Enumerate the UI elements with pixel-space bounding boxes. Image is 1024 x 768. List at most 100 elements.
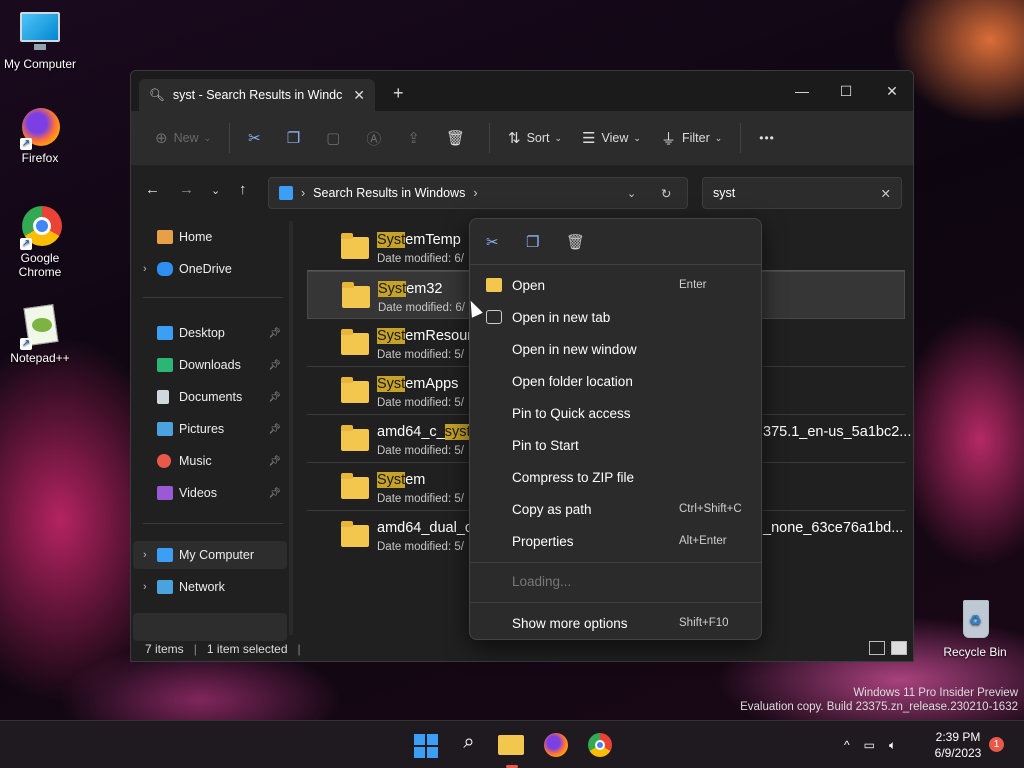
toolbar-divider bbox=[740, 123, 742, 153]
search-input[interactable]: syst bbox=[713, 186, 735, 200]
filter-button[interactable]: ⏚ Filter ⌄ bbox=[651, 120, 732, 156]
refresh-button[interactable]: ↻ bbox=[661, 186, 671, 201]
folder-icon bbox=[342, 282, 370, 308]
menu-item-pin-quick-access[interactable]: Pin to Quick access bbox=[470, 397, 761, 429]
minimize-button[interactable]: — bbox=[779, 77, 825, 105]
details-view-button[interactable] bbox=[869, 641, 885, 655]
file-name: SystemApps bbox=[377, 376, 459, 392]
pane-splitter[interactable] bbox=[289, 221, 293, 635]
menu-item-open-new-tab[interactable]: Open in new tab bbox=[470, 301, 761, 333]
cloud-icon bbox=[157, 262, 173, 276]
copy-icon[interactable]: ❐ bbox=[526, 233, 539, 251]
chevron-right-icon[interactable]: › bbox=[143, 549, 157, 561]
start-button[interactable] bbox=[411, 731, 439, 759]
sidebar-item-music[interactable]: Music 📌︎ bbox=[133, 447, 287, 475]
volume-icon[interactable]: 🔈︎ bbox=[889, 738, 896, 753]
folder-icon bbox=[341, 473, 369, 499]
chrome-icon: ↗ bbox=[18, 204, 62, 250]
file-name: amd64_dual_c bbox=[377, 520, 473, 536]
sidebar-item-desktop[interactable]: Desktop 📌︎ bbox=[133, 319, 287, 347]
copy-button[interactable]: ❐ bbox=[277, 120, 316, 156]
chevron-right-icon[interactable]: › bbox=[143, 581, 157, 593]
system-tray: ^ ▭ 🔈︎ bbox=[844, 721, 896, 768]
desktop-icon-my-computer[interactable]: My Computer bbox=[0, 10, 80, 71]
pin-icon: 📌︎ bbox=[268, 327, 281, 339]
shortcut-arrow-icon: ↗ bbox=[20, 338, 32, 350]
menu-item-copy-as-path[interactable]: Copy as path Ctrl+Shift+C bbox=[470, 493, 761, 525]
chevron-up-icon[interactable]: ^ bbox=[844, 738, 850, 752]
menu-item-show-more-options[interactable]: Show more options Shift+F10 bbox=[470, 607, 761, 639]
breadcrumb-chevron-icon: › bbox=[473, 186, 478, 200]
forward-button[interactable]: → bbox=[179, 181, 194, 198]
shortcut-text: Alt+Enter bbox=[679, 535, 727, 547]
evaluation-watermark: Windows 11 Pro Insider Preview Evaluatio… bbox=[740, 687, 1018, 713]
sidebar-item-label: Home bbox=[179, 230, 213, 244]
file-name: amd64_c_syste bbox=[377, 424, 479, 440]
desktop-icon-firefox[interactable]: ↗ Firefox bbox=[0, 104, 80, 165]
up-button[interactable]: ↑ bbox=[239, 181, 247, 198]
chrome-taskbar-button[interactable] bbox=[586, 731, 614, 759]
shortcut-arrow-icon: ↗ bbox=[20, 138, 32, 150]
more-options-button[interactable]: ••• bbox=[749, 120, 785, 156]
desktop-icon-recycle-bin[interactable]: ♻ Recycle Bin bbox=[935, 598, 1015, 659]
address-bar[interactable]: › Search Results in Windows › ⌄ ↻ bbox=[268, 177, 688, 209]
breadcrumb[interactable]: Search Results in Windows bbox=[313, 186, 465, 200]
sidebar-item-label: Network bbox=[179, 580, 225, 594]
sidebar-item-home[interactable]: Home bbox=[133, 223, 287, 251]
clear-search-button[interactable]: ✕ bbox=[881, 186, 891, 201]
desktop-icon-notepadpp[interactable]: ↗ Notepad++ bbox=[0, 304, 80, 365]
sidebar-item-documents[interactable]: Documents 📌︎ bbox=[133, 383, 287, 411]
view-button[interactable]: ☰ View ⌄ bbox=[572, 120, 651, 156]
menu-item-pin-to-start[interactable]: Pin to Start bbox=[470, 429, 761, 461]
network-icon[interactable]: ▭ bbox=[864, 738, 875, 752]
search-taskbar-button[interactable]: ⌕ bbox=[455, 731, 483, 759]
view-list-icon: ☰ bbox=[582, 130, 596, 147]
firefox-taskbar-button[interactable] bbox=[542, 731, 570, 759]
sidebar-item-pictures[interactable]: Pictures 📌︎ bbox=[133, 415, 287, 443]
back-button[interactable]: ← bbox=[145, 181, 160, 198]
tab-search-results[interactable]: 🔍︎ syst - Search Results in Windc ✕ bbox=[139, 79, 375, 111]
chevron-right-icon[interactable]: › bbox=[143, 263, 157, 275]
shortcut-text: Ctrl+Shift+C bbox=[679, 503, 742, 515]
file-explorer-taskbar-button[interactable] bbox=[498, 731, 526, 768]
menu-item-properties[interactable]: Properties Alt+Enter bbox=[470, 525, 761, 557]
pin-icon: 📌︎ bbox=[268, 359, 281, 371]
notepadpp-icon: ↗ bbox=[18, 304, 62, 350]
sidebar-item-onedrive[interactable]: › OneDrive bbox=[133, 255, 287, 283]
cut-button[interactable]: ✂ bbox=[238, 120, 277, 156]
delete-button[interactable]: 🗑︎ bbox=[436, 120, 481, 156]
menu-item-open-new-window[interactable]: Open in new window bbox=[470, 333, 761, 365]
sidebar-item-videos[interactable]: Videos 📌︎ bbox=[133, 479, 287, 507]
address-dropdown-button[interactable]: ⌄ bbox=[627, 187, 636, 200]
notification-badge[interactable]: 1 bbox=[989, 737, 1004, 752]
sort-button[interactable]: ⇅ Sort ⌄ bbox=[498, 120, 572, 156]
chevron-down-icon: ⌄ bbox=[554, 132, 563, 143]
menu-item-compress-zip[interactable]: Compress to ZIP file bbox=[470, 461, 761, 493]
menu-item-open-folder-location[interactable]: Open folder location bbox=[470, 365, 761, 397]
new-tab-button[interactable]: + bbox=[393, 83, 404, 104]
breadcrumb-chevron-icon: › bbox=[301, 186, 306, 200]
paste-button[interactable]: ▢ bbox=[316, 120, 356, 156]
rename-button[interactable]: Ⓐ bbox=[356, 120, 397, 156]
sidebar-item-downloads[interactable]: Downloads 📌︎ bbox=[133, 351, 287, 379]
maximize-button[interactable]: ☐ bbox=[823, 77, 869, 105]
menu-item-open[interactable]: Open Enter bbox=[470, 269, 761, 301]
sidebar-item-label: Desktop bbox=[179, 326, 225, 340]
cut-icon[interactable]: ✂ bbox=[486, 233, 499, 251]
clock-time: 2:39 PM bbox=[935, 730, 981, 744]
tiles-view-button[interactable] bbox=[891, 641, 907, 655]
chevron-down-icon: ⌄ bbox=[714, 132, 723, 143]
desktop-icon-chrome[interactable]: ↗ Google Chrome bbox=[0, 204, 80, 279]
search-box[interactable]: syst ✕ bbox=[702, 177, 902, 209]
clock[interactable]: 2:39 PM 6/9/2023 bbox=[920, 729, 996, 761]
new-button[interactable]: ⊕ New ⌄ bbox=[145, 120, 221, 156]
share-button[interactable]: ⇪ bbox=[397, 120, 436, 156]
folder-icon bbox=[341, 377, 369, 403]
recent-locations-button[interactable]: ⌄ bbox=[211, 184, 220, 197]
sidebar-item-my-computer[interactable]: › My Computer bbox=[133, 541, 287, 569]
sidebar-item-network[interactable]: › Network bbox=[133, 573, 287, 601]
close-window-button[interactable]: ✕ bbox=[869, 77, 913, 105]
trash-icon[interactable]: 🗑︎ bbox=[566, 233, 585, 251]
music-icon bbox=[157, 454, 171, 468]
tab-close-button[interactable]: ✕ bbox=[353, 87, 365, 104]
